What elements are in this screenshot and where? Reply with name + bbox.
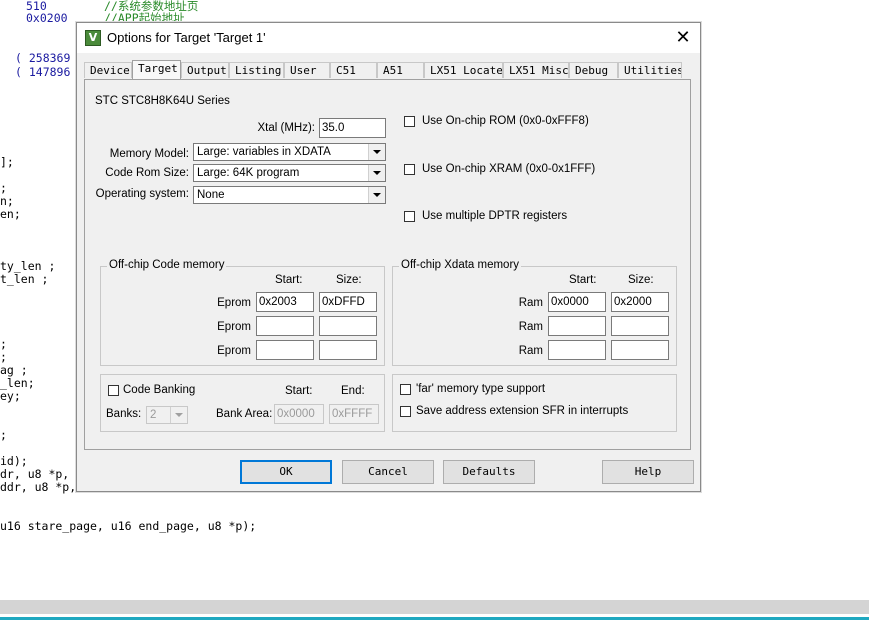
eprom-label: Eprom [217, 297, 251, 309]
bank-area-start-input[interactable]: 0x0000 [274, 404, 324, 424]
ram-start-input[interactable]: 0x0000 [548, 292, 606, 312]
code-rom-size-label: Code Rom Size: [105, 167, 189, 179]
ram-size-input[interactable]: 0x2000 [611, 292, 669, 312]
ram-start-input[interactable] [548, 340, 606, 360]
keil-app-icon: V [85, 30, 101, 46]
chevron-down-icon [368, 187, 385, 203]
use-onchip-xram-checkbox[interactable] [404, 164, 415, 175]
dialog-title: Options for Target 'Target 1' [107, 30, 266, 45]
device-name-label: STC STC8H8K64U Series [95, 95, 230, 107]
xtal-label: Xtal (MHz): [257, 122, 316, 134]
code-rom-size-value: Large: 64K program [197, 167, 300, 179]
editor-horizontal-scrollbar[interactable] [0, 600, 869, 614]
eprom-size-input[interactable] [319, 316, 377, 336]
offchip-code-memory-title: Off-chip Code memory [107, 259, 227, 271]
eprom-label: Eprom [217, 321, 251, 333]
memory-model-select[interactable]: Large: variables in XDATA [193, 143, 386, 161]
options-dialog: V Options for Target 'Target 1' ✕ Device… [76, 22, 701, 492]
ok-button[interactable]: OK [240, 460, 332, 484]
help-button[interactable]: Help [602, 460, 694, 484]
code-line: t_len ; [0, 272, 49, 286]
eprom-start-input[interactable] [256, 316, 314, 336]
code-line: ey; [0, 389, 21, 403]
tab-utilities[interactable]: Utilities [618, 62, 682, 78]
operating-system-value: None [197, 189, 225, 201]
defaults-button[interactable]: Defaults [443, 460, 535, 484]
ram-label: Ram [518, 297, 543, 309]
tab-output[interactable]: Output [181, 62, 229, 78]
banks-select[interactable]: 2 [146, 406, 188, 424]
code-banking-checkbox[interactable] [108, 385, 119, 396]
chevron-down-icon [368, 165, 385, 181]
tab-debug[interactable]: Debug [569, 62, 618, 78]
tab-a51[interactable]: A51 [377, 62, 424, 78]
use-onchip-xram-label: Use On-chip XRAM (0x0-0x1FFF) [422, 163, 596, 175]
code-line: en; [0, 207, 21, 221]
code-rom-size-select[interactable]: Large: 64K program [193, 164, 386, 182]
tab-target[interactable]: Target [132, 60, 181, 79]
tab-lx51-locate[interactable]: LX51 Locate [424, 62, 503, 78]
banks-label: Banks: [106, 408, 142, 420]
eprom-start-input[interactable]: 0x2003 [256, 292, 314, 312]
use-onchip-rom-checkbox[interactable] [404, 116, 415, 127]
cancel-button[interactable]: Cancel [342, 460, 434, 484]
use-onchip-rom-label: Use On-chip ROM (0x0-0xFFF8) [422, 115, 589, 127]
eprom-label: Eprom [217, 345, 251, 357]
bank-area-end-input[interactable]: 0xFFFF [329, 404, 379, 424]
memory-model-label: Memory Model: [109, 148, 189, 160]
code-start-header: Start: [275, 274, 303, 286]
target-tab-panel: STC STC8H8K64U Series Xtal (MHz): 35.0 M… [84, 79, 691, 450]
tab-device[interactable]: Device [84, 62, 132, 78]
eprom-size-input[interactable]: 0xDFFD [319, 292, 377, 312]
operating-system-label: Operating system: [95, 188, 189, 200]
use-multiple-dptr-checkbox[interactable] [404, 211, 415, 222]
memory-model-value: Large: variables in XDATA [197, 146, 331, 158]
eprom-start-input[interactable] [256, 340, 314, 360]
dialog-titlebar[interactable]: V Options for Target 'Target 1' ✕ [77, 23, 700, 53]
code-line: ( 147896 [15, 65, 71, 79]
chevron-down-icon [170, 407, 187, 423]
tab-listing[interactable]: Listing [229, 62, 284, 78]
save-sfr-label: Save address extension SFR in interrupts [416, 405, 629, 417]
code-line: ( 258369 [15, 51, 71, 65]
code-line: 0x0200 [26, 12, 68, 25]
ram-start-input[interactable] [548, 316, 606, 336]
bank-end-header: End: [341, 385, 365, 397]
close-icon[interactable]: ✕ [670, 25, 696, 51]
eprom-size-input[interactable] [319, 340, 377, 360]
code-text: 0x0200 [26, 11, 68, 25]
xdata-start-header: Start: [569, 274, 597, 286]
code-banking-label: Code Banking [123, 384, 196, 396]
code-banking-group: Code Banking Start: End: Banks: 2 Bank A… [100, 374, 385, 432]
operating-system-select[interactable]: None [193, 186, 386, 204]
ram-label: Ram [518, 345, 543, 357]
xdata-size-header: Size: [628, 274, 654, 286]
tab-user[interactable]: User [284, 62, 330, 78]
offchip-xdata-memory-group: Off-chip Xdata memory Start: Size: Ram 0… [392, 259, 677, 366]
far-memory-checkbox[interactable] [400, 384, 411, 395]
code-line: ddr, u8 *p, [0, 480, 77, 494]
far-memory-label: 'far' memory type support [416, 383, 546, 395]
code-line: u16 stare_page, u16 end_page, u8 *p); [0, 519, 257, 533]
bank-start-header: Start: [285, 385, 313, 397]
tab-c51[interactable]: C51 [330, 62, 377, 78]
offchip-xdata-memory-title: Off-chip Xdata memory [399, 259, 522, 271]
offchip-code-memory-group: Off-chip Code memory Start: Size: Eprom … [100, 259, 385, 366]
bank-area-label: Bank Area: [216, 408, 273, 420]
code-line: ; [0, 428, 7, 442]
chevron-down-icon [368, 144, 385, 160]
code-size-header: Size: [336, 274, 362, 286]
xtal-input[interactable]: 35.0 [319, 118, 386, 138]
save-sfr-checkbox[interactable] [400, 406, 411, 417]
ram-size-input[interactable] [611, 340, 669, 360]
ram-label: Ram [518, 321, 543, 333]
tab-lx51-misc[interactable]: LX51 Misc [503, 62, 569, 78]
far-memory-group: 'far' memory type support Save address e… [392, 374, 677, 432]
ram-size-input[interactable] [611, 316, 669, 336]
banks-value: 2 [150, 409, 157, 421]
use-multiple-dptr-label: Use multiple DPTR registers [422, 210, 568, 222]
code-line: ]; [0, 155, 14, 169]
